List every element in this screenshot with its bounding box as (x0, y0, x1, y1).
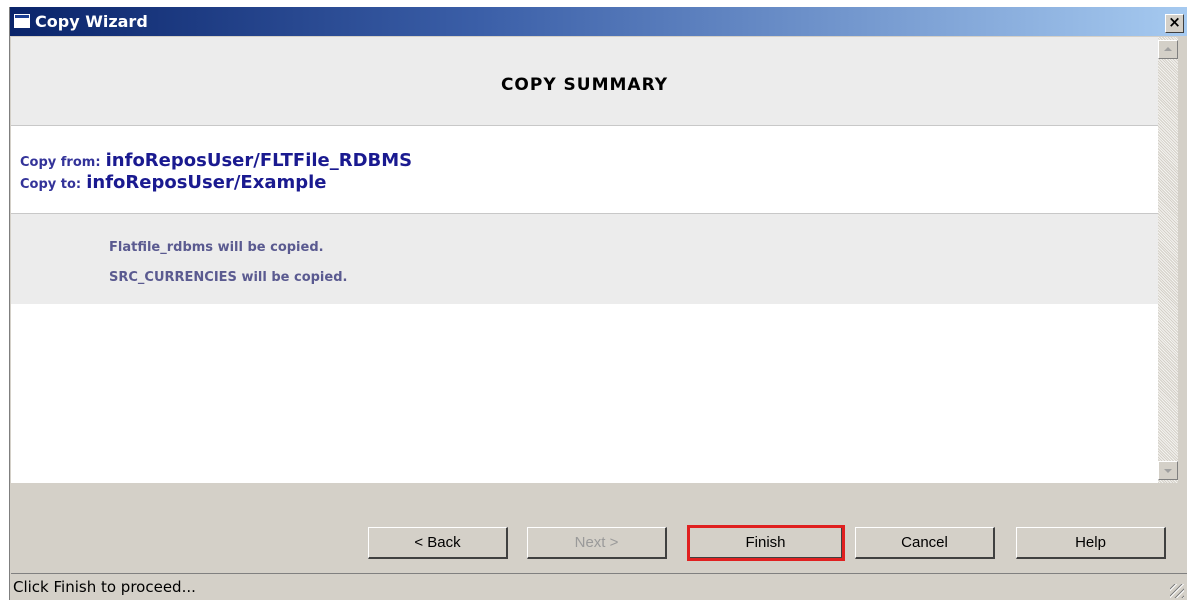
summary-title: COPY SUMMARY (500, 75, 669, 95)
copy-to-line: Copy to: infoReposUser/Example (20, 172, 327, 193)
copy-from-line: Copy from: infoReposUser/FLTFile_RDBMS (20, 150, 412, 171)
title-bar[interactable]: Copy Wizard × (10, 7, 1187, 36)
chevron-up-icon (1164, 47, 1172, 51)
summary-header: COPY SUMMARY (11, 37, 1158, 126)
help-button-label: Help (1075, 534, 1106, 551)
finish-button-label: Finish (745, 534, 786, 551)
copy-to-value: infoReposUser/Example (86, 172, 327, 193)
cancel-button[interactable]: Cancel (855, 527, 995, 559)
copied-items-list: Flatfile_rdbms will be copied. SRC_CURRE… (11, 213, 1158, 304)
close-icon: × (1168, 13, 1181, 31)
vertical-scrollbar[interactable] (1158, 37, 1178, 483)
back-button[interactable]: < Back (368, 527, 508, 559)
next-button-label: Next > (574, 534, 619, 551)
scroll-up-button[interactable] (1158, 40, 1178, 59)
copy-from-value: infoReposUser/FLTFile_RDBMS (105, 150, 413, 171)
list-item: Flatfile_rdbms will be copied. (109, 240, 324, 255)
close-button[interactable]: × (1165, 14, 1184, 33)
back-button-label: < Back (414, 534, 461, 551)
cancel-button-label: Cancel (901, 534, 948, 551)
list-item: SRC_CURRENCIES will be copied. (109, 270, 348, 285)
help-button[interactable]: Help (1016, 527, 1166, 559)
resize-grip-icon[interactable] (1170, 584, 1184, 598)
next-button[interactable]: Next > (527, 527, 667, 559)
summary-panel: COPY SUMMARY Copy from: infoReposUser/FL… (11, 37, 1158, 483)
finish-button[interactable]: Finish (687, 525, 845, 561)
copy-wizard-window: Copy Wizard × COPY SUMMARY Copy from: in… (9, 7, 1187, 600)
window-icon (14, 14, 30, 28)
status-bar: Click Finish to proceed... (11, 573, 1187, 600)
copy-to-label: Copy to: (20, 177, 82, 192)
chevron-down-icon (1164, 469, 1172, 473)
window-title: Copy Wizard (35, 12, 148, 31)
status-text: Click Finish to proceed... (13, 578, 196, 596)
scroll-down-button[interactable] (1158, 461, 1178, 480)
copy-from-label: Copy from: (20, 155, 101, 170)
